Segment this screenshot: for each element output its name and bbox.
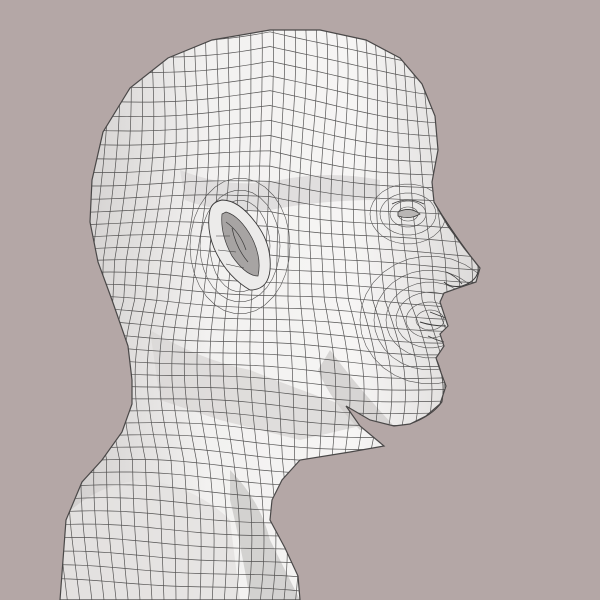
mesh-edge — [457, 30, 480, 600]
head-mesh-render — [40, 0, 500, 600]
mesh-edge — [438, 30, 480, 600]
3d-viewport — [0, 0, 600, 600]
mesh-edge — [40, 0, 500, 30]
mesh-edge — [60, 30, 75, 600]
mesh-edge — [447, 30, 480, 600]
